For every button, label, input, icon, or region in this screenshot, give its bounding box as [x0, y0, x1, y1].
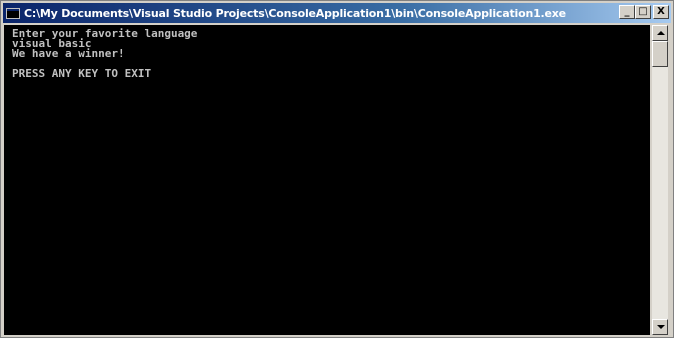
window-title: C:\My Documents\Visual Studio Projects\C…: [24, 6, 566, 20]
console-app-icon[interactable]: [6, 7, 20, 19]
scroll-down-button[interactable]: [652, 319, 668, 335]
close-button[interactable]: X: [653, 5, 669, 19]
scrollbar-thumb[interactable]: [652, 41, 668, 67]
title-bar[interactable]: C:\My Documents\Visual Studio Projects\C…: [3, 3, 671, 23]
console-line: We have a winner!: [12, 47, 125, 60]
caption-buttons: _ □ X: [619, 5, 669, 19]
console-output: Enter your favorite language visual basi…: [4, 25, 650, 79]
console-window: C:\My Documents\Visual Studio Projects\C…: [0, 0, 674, 338]
vertical-scrollbar[interactable]: [652, 25, 668, 335]
console-output-area[interactable]: Enter your favorite language visual basi…: [4, 25, 650, 335]
scroll-up-button[interactable]: [652, 25, 668, 41]
minimize-button[interactable]: _: [619, 5, 635, 19]
arrow-up-icon: [657, 31, 665, 35]
console-line: PRESS ANY KEY TO EXIT: [12, 67, 152, 80]
maximize-button[interactable]: □: [635, 5, 651, 19]
arrow-down-icon: [657, 325, 665, 329]
